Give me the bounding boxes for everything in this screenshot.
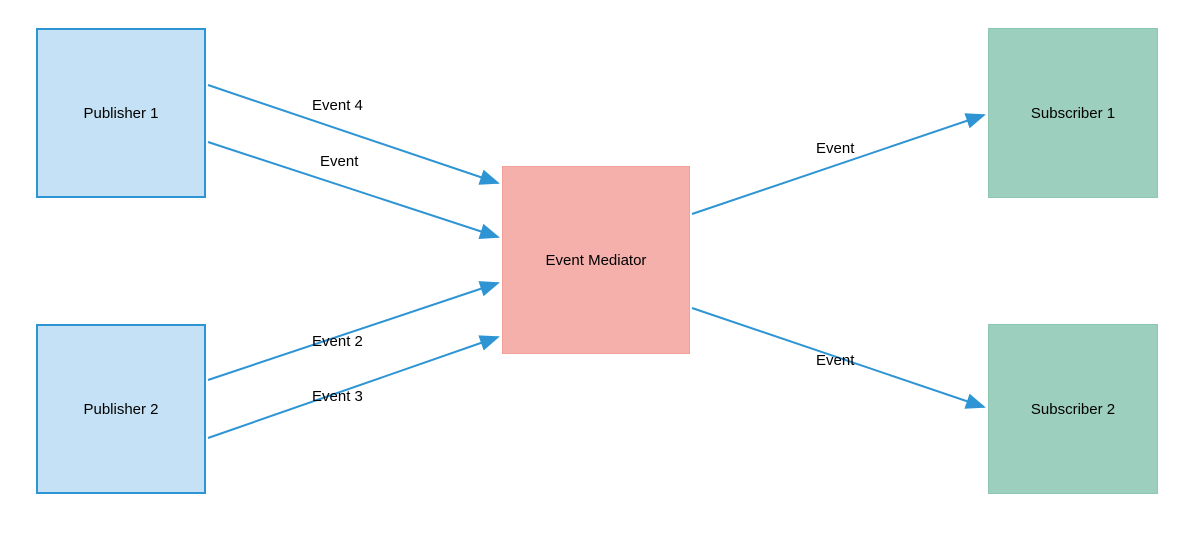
mediator-box: Event Mediator: [502, 166, 690, 354]
publisher-1-box: Publisher 1: [36, 28, 206, 198]
arrow-m-s1: [692, 115, 984, 214]
arrow-p2-top: [208, 283, 498, 380]
publisher-2-label: Publisher 2: [83, 401, 158, 418]
subscriber-1-box: Subscriber 1: [988, 28, 1158, 198]
publisher-2-box: Publisher 2: [36, 324, 206, 494]
subscriber-2-box: Subscriber 2: [988, 324, 1158, 494]
publisher-1-label: Publisher 1: [83, 105, 158, 122]
edge-label-p1-top: Event 4: [312, 97, 363, 114]
edge-label-m-s2: Event: [816, 352, 854, 369]
edge-label-p2-bottom: Event 3: [312, 388, 363, 405]
edge-label-m-s1: Event: [816, 140, 854, 157]
subscriber-1-label: Subscriber 1: [1031, 105, 1115, 122]
subscriber-2-label: Subscriber 2: [1031, 401, 1115, 418]
mediator-label: Event Mediator: [546, 252, 647, 269]
edge-label-p2-top: Event 2: [312, 333, 363, 350]
edge-label-p1-bottom: Event: [320, 153, 358, 170]
